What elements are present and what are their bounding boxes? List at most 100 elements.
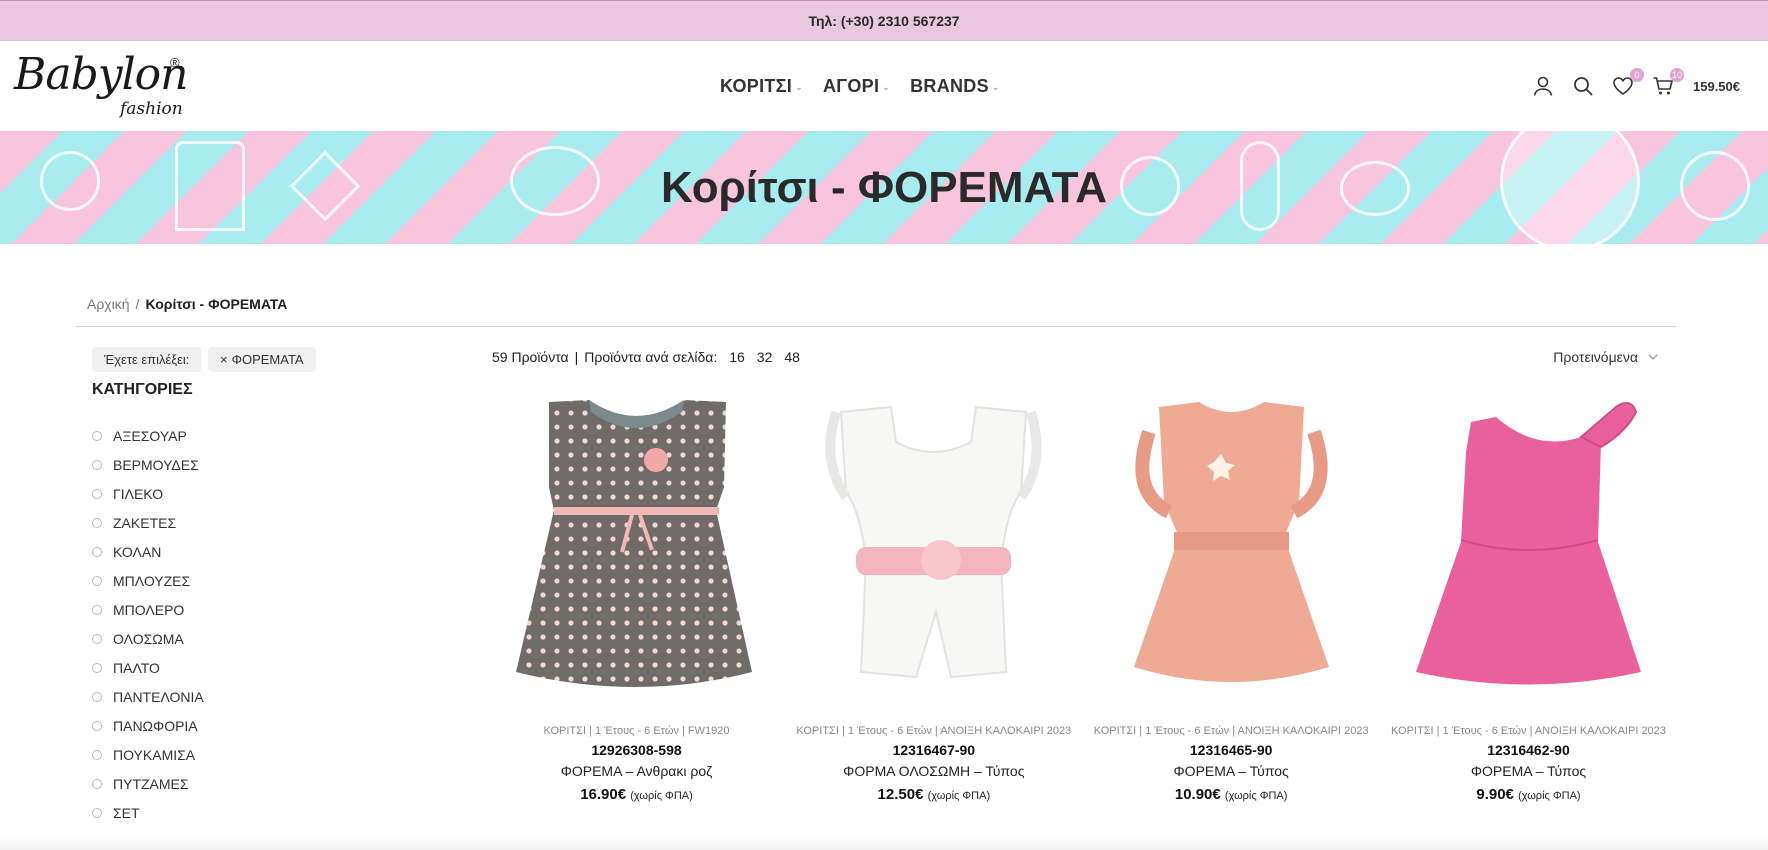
radio-icon: [92, 778, 102, 789]
category-label: ΜΠΟΛΕΡΟ: [113, 601, 185, 618]
price-value: 10.90€: [1174, 786, 1221, 803]
phone-number[interactable]: Τηλ: (+30) 2310 567237: [808, 13, 959, 29]
active-filter-chip[interactable]: × ΦΟΡΕΜΑΤΑ: [208, 347, 316, 372]
account-icon[interactable]: [1531, 74, 1555, 98]
logo-registered-mark: ®: [170, 55, 180, 70]
product-card[interactable]: ΚΟΡΙΤΣΙ | 1 Έτους - 6 Ετών | FW1920 1292…: [494, 392, 779, 803]
chevron-down-icon: ⌄: [991, 81, 1000, 92]
category-banner: Κορίτσι - ΦΟΡΕΜΑΤΑ: [0, 131, 1768, 244]
vat-note: (χωρίς ΦΠΑ): [630, 790, 693, 802]
category-label: ΠΑΝΤΕΛΟΝΙΑ: [113, 688, 204, 705]
close-icon[interactable]: ×: [220, 352, 228, 367]
breadcrumb-home[interactable]: Αρχική: [87, 296, 130, 312]
vat-note: (χωρίς ΦΠΑ): [927, 790, 991, 802]
category-item[interactable]: ΠΑΛΤΟ: [92, 653, 204, 682]
category-list: ΑΞΕΣΟΥΑΡ ΒΕΡΜΟΥΔΕΣ ΓΙΛΕΚΟ ΖΑΚΕΤΕΣ ΚΟΛΑΝ …: [92, 421, 204, 827]
product-price: 16.90€ (χωρίς ΦΠΑ): [494, 786, 779, 803]
top-bar: Τηλ: (+30) 2310 567237: [0, 0, 1768, 41]
per-page-32[interactable]: 32: [757, 349, 773, 365]
product-card[interactable]: ΚΟΡΙΤΣΙ | 1 Έτους - 6 Ετών | ΑΝΟΙΞΗ ΚΑΛΟ…: [1386, 392, 1671, 803]
product-name[interactable]: ΦΟΡΜΑ ΟΛΟΣΩΜΗ – Τύπος: [791, 763, 1076, 779]
product-price: 9.90€ (χωρίς ΦΠΑ): [1386, 786, 1671, 803]
radio-icon: [92, 633, 102, 644]
category-item[interactable]: ΟΛΟΣΩΜΑ: [92, 624, 204, 653]
product-sku[interactable]: 12926308-598: [494, 742, 779, 758]
category-label: ΒΕΡΜΟΥΔΕΣ: [113, 456, 199, 473]
category-item[interactable]: ΑΞΕΣΟΥΑΡ: [92, 421, 204, 450]
category-label: ΠΑΝΩΦΟΡΙΑ: [113, 717, 198, 734]
nav-item-agori[interactable]: ΑΓΟΡΙ ⌄: [823, 76, 890, 97]
product-sku[interactable]: 12316465-90: [1089, 742, 1374, 758]
main-nav: ΚΟΡΙΤΣΙ ⌄ ΑΓΟΡΙ ⌄ BRANDS ⌄: [720, 41, 1000, 131]
category-item[interactable]: ΖΑΚΕΤΕΣ: [92, 508, 204, 537]
radio-icon: [92, 517, 102, 528]
price-value: 16.90€: [580, 786, 627, 803]
radio-icon: [92, 720, 102, 731]
category-label: ΣΕΤ: [113, 804, 140, 821]
results-toolbar: 59 Προϊόντα | Προϊόντα ανά σελίδα: 16 32…: [492, 349, 800, 365]
category-item[interactable]: ΠΑΝΩΦΟΡΙΑ: [92, 711, 204, 740]
radio-icon: [92, 662, 102, 673]
cart-icon[interactable]: 10: [1651, 68, 1684, 98]
product-image[interactable]: [1089, 392, 1374, 712]
cart-count-badge: 10: [1669, 68, 1684, 82]
category-label: ΠΟΥΚΑΜΙΣΑ: [113, 746, 196, 763]
search-icon[interactable]: [1571, 74, 1595, 98]
radio-icon: [92, 575, 102, 586]
product-name[interactable]: ΦΟΡΕΜΑ – Ανθρακι ροζ: [494, 763, 779, 779]
category-label: ΠΑΛΤΟ: [113, 659, 160, 676]
page-title: Κορίτσι - ΦΟΡΕΜΑΤΑ: [660, 162, 1108, 212]
cart-total[interactable]: 159.50€: [1693, 79, 1740, 94]
category-item[interactable]: ΠΟΥΚΑΜΙΣΑ: [92, 740, 204, 769]
category-label: ΟΛΟΣΩΜΑ: [113, 630, 184, 647]
chevron-down-icon: ⌄: [795, 81, 803, 92]
breadcrumb-current: Κορίτσι - ΦΟΡΕΜΑΤΑ: [145, 296, 288, 312]
nav-item-koritsi[interactable]: ΚΟΡΙΤΣΙ ⌄: [720, 76, 803, 97]
price-value: 12.50€: [877, 786, 924, 803]
radio-icon: [92, 807, 102, 818]
active-filter-label: ΦΟΡΕΜΑΤΑ: [231, 352, 304, 367]
product-image[interactable]: [1386, 392, 1671, 712]
per-page-48[interactable]: 48: [784, 349, 800, 365]
nav-item-brands[interactable]: BRANDS ⌄: [910, 76, 1000, 97]
wishlist-icon[interactable]: 0: [1611, 68, 1644, 98]
chevron-down-icon: ⌄: [882, 81, 891, 92]
radio-icon: [92, 430, 102, 441]
product-image[interactable]: [791, 392, 1076, 712]
bottom-edge: [0, 832, 1768, 850]
product-meta: ΚΟΡΙΤΣΙ | 1 Έτους - 6 Ετών | ΑΝΟΙΞΗ ΚΑΛΟ…: [796, 725, 1072, 737]
product-card[interactable]: ΚΟΡΙΤΣΙ | 1 Έτους - 6 Ετών | ΑΝΟΙΞΗ ΚΑΛΟ…: [1089, 392, 1374, 803]
price-value: 9.90€: [1476, 786, 1514, 803]
sort-select[interactable]: Προτεινόμενα: [1553, 349, 1658, 365]
results-count: 59 Προϊόντα: [492, 349, 569, 365]
product-name[interactable]: ΦΟΡΕΜΑ – Τύπος: [1089, 763, 1374, 779]
radio-icon: [92, 691, 102, 702]
category-item[interactable]: ΓΙΛΕΚΟ: [92, 479, 204, 508]
nav-label: BRANDS: [910, 75, 989, 96]
header-actions: 0 10 159.50€: [1531, 41, 1740, 131]
category-item[interactable]: ΣΕΤ: [92, 798, 204, 827]
category-item[interactable]: ΠΑΝΤΕΛΟΝΙΑ: [92, 682, 204, 711]
category-label: ΜΠΛΟΥΖΕΣ: [113, 572, 191, 589]
category-item[interactable]: ΚΟΛΑΝ: [92, 537, 204, 566]
selected-filters-label: Έχετε επιλέξει:: [92, 347, 202, 372]
product-card[interactable]: ΚΟΡΙΤΣΙ | 1 Έτους - 6 Ετών | ΑΝΟΙΞΗ ΚΑΛΟ…: [791, 392, 1076, 803]
product-sku[interactable]: 12316462-90: [1386, 742, 1671, 758]
product-name[interactable]: ΦΟΡΕΜΑ – Τύπος: [1386, 763, 1671, 779]
divider: [76, 326, 1676, 327]
radio-icon: [92, 459, 102, 470]
category-label: ΓΙΛΕΚΟ: [113, 485, 164, 502]
per-page-16[interactable]: 16: [729, 349, 745, 365]
product-image[interactable]: [494, 392, 779, 712]
product-sku[interactable]: 12316467-90: [791, 742, 1076, 758]
nav-label: ΑΓΟΡΙ: [822, 75, 880, 96]
category-item[interactable]: ΜΠΛΟΥΖΕΣ: [92, 566, 204, 595]
site-header: Babylon ® fashion ΚΟΡΙΤΣΙ ⌄ ΑΓΟΡΙ ⌄ BRAN…: [0, 41, 1768, 131]
category-item[interactable]: ΒΕΡΜΟΥΔΕΣ: [92, 450, 204, 479]
categories-heading: ΚΑΤΗΓΟΡΙΕΣ: [92, 381, 193, 398]
per-page-label: Προϊόντα ανά σελίδα:: [584, 349, 718, 365]
site-logo[interactable]: Babylon ® fashion: [14, 49, 188, 125]
radio-icon: [92, 749, 102, 760]
category-item[interactable]: ΜΠΟΛΕΡΟ: [92, 595, 204, 624]
category-item[interactable]: ΠΥΤΖΑΜΕΣ: [92, 769, 204, 798]
